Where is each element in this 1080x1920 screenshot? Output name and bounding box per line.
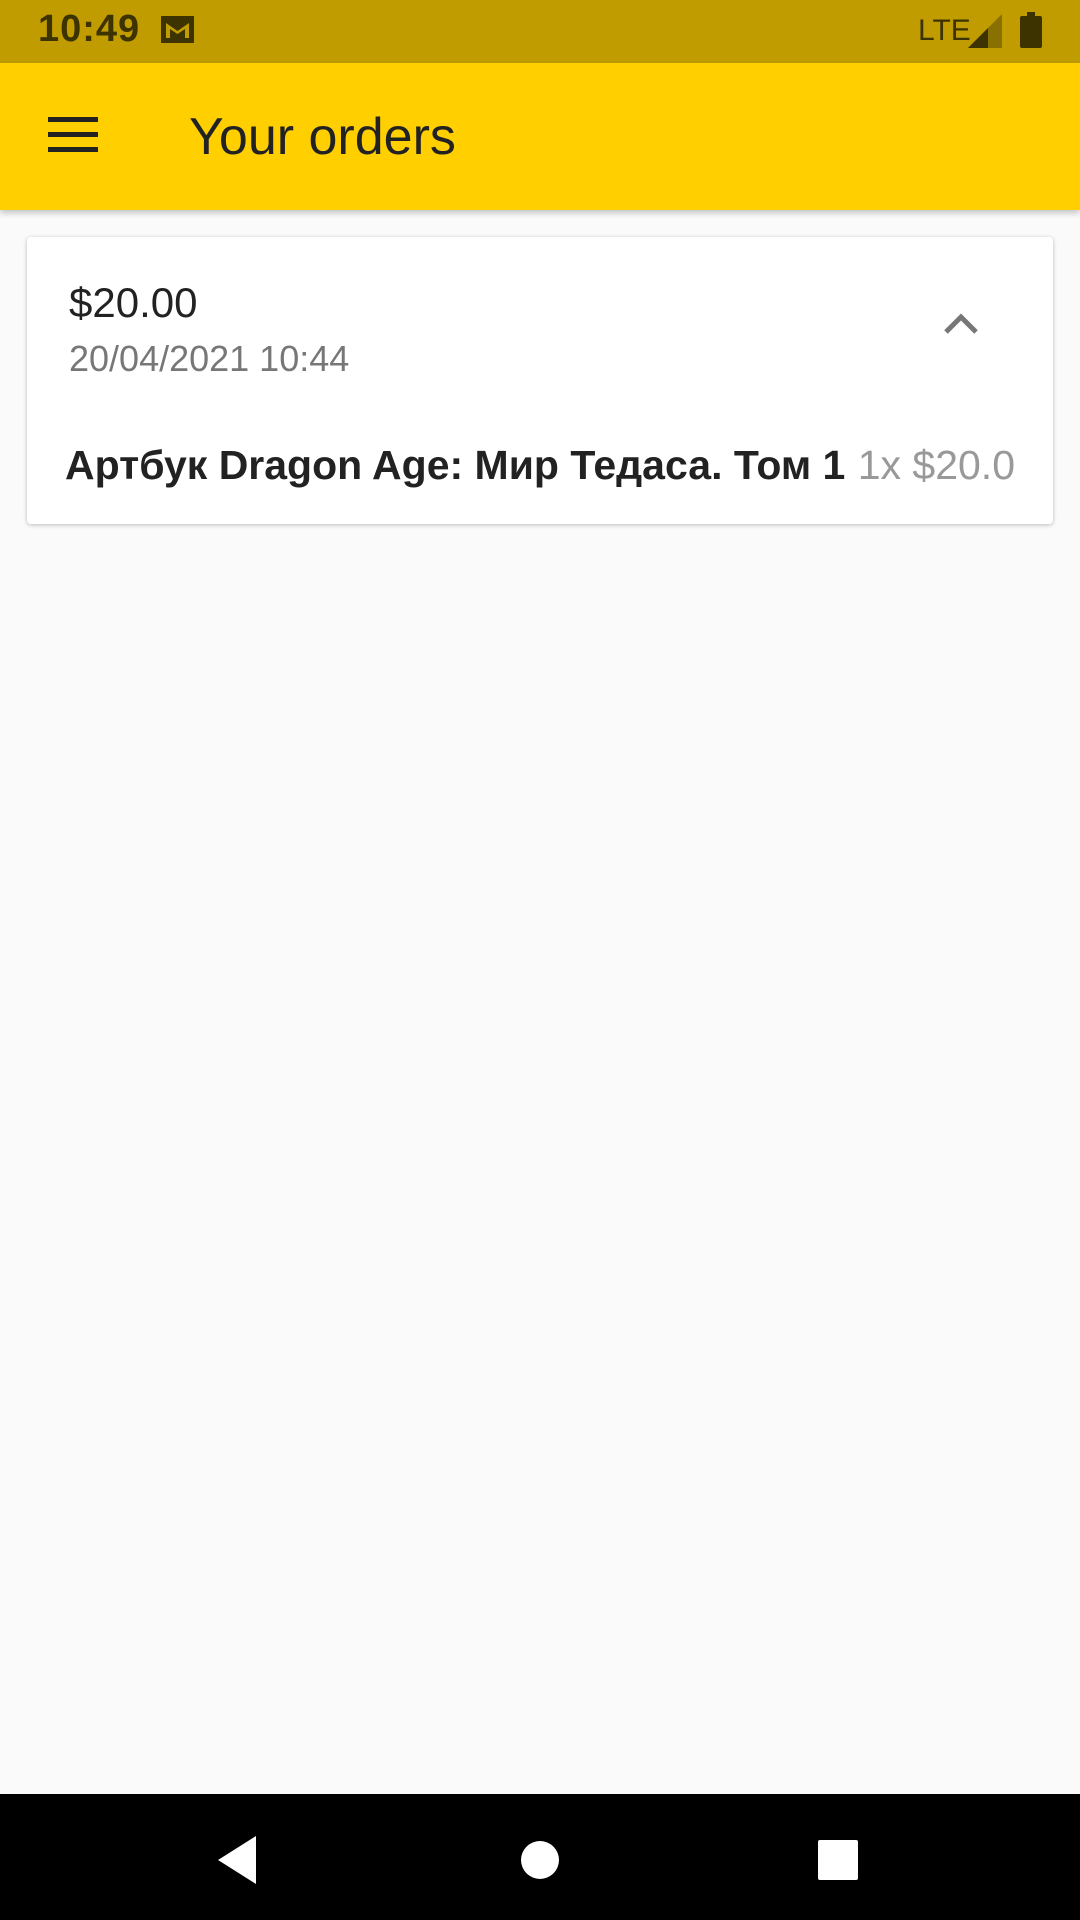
navigation-bar	[0, 1794, 1080, 1920]
menu-icon	[48, 117, 98, 152]
back-icon	[218, 1836, 256, 1884]
home-icon	[521, 1841, 559, 1879]
item-quantity-price: 1x $20.0	[857, 442, 1015, 488]
battery-icon	[1020, 12, 1042, 48]
collapse-button[interactable]	[921, 287, 1001, 367]
gmail-icon	[160, 15, 195, 44]
network-type: LTE	[918, 14, 971, 47]
order-total: $20.00	[69, 279, 198, 326]
home-button[interactable]	[510, 1830, 570, 1890]
signal-icon	[968, 14, 1002, 48]
menu-button[interactable]	[38, 105, 110, 165]
recents-button[interactable]	[808, 1830, 868, 1890]
recents-icon	[818, 1840, 858, 1880]
app-bar: Your orders	[0, 63, 1080, 210]
item-name: Артбук Dragon Age: Мир Тедаса. Том 1	[65, 442, 846, 488]
order-date: 20/04/2021 10:44	[69, 338, 350, 379]
order-item-row: Артбук Dragon Age: Мир Тедаса. Том 1 1x …	[65, 442, 1015, 502]
back-button[interactable]	[208, 1830, 268, 1890]
page-title: Your orders	[189, 108, 456, 166]
status-bar: 10:49 LTE	[0, 0, 1080, 63]
order-card[interactable]: $20.00 20/04/2021 10:44 Артбук Dragon Ag…	[27, 237, 1053, 524]
status-time: 10:49	[38, 8, 141, 50]
chevron-up-icon	[944, 313, 978, 334]
